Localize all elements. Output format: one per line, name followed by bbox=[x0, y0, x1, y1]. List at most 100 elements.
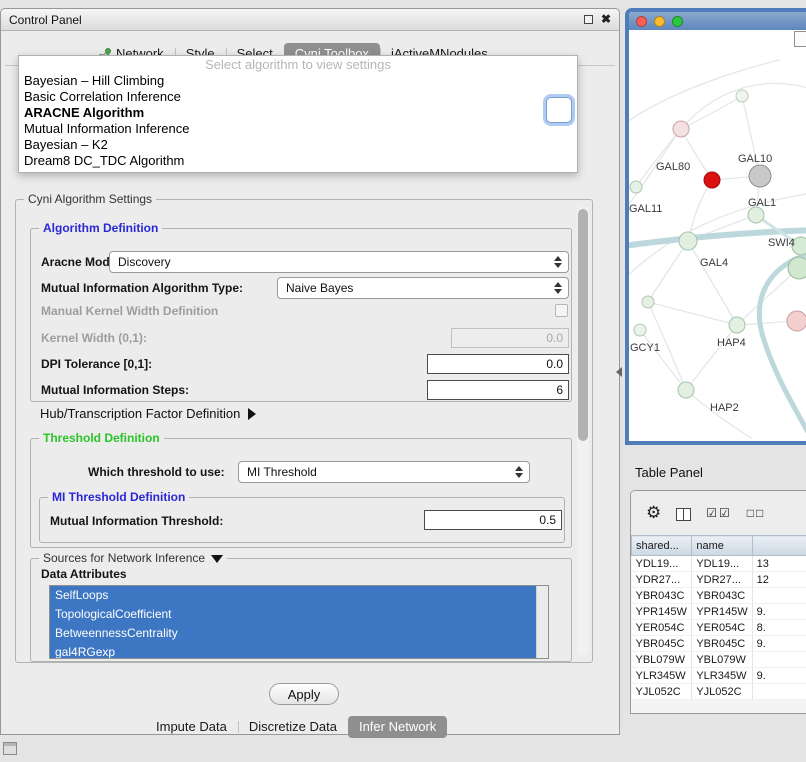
table-row[interactable]: YER054CYER054C8. bbox=[632, 620, 806, 636]
algorithm-option[interactable]: ARACNE Algorithm bbox=[19, 105, 577, 121]
deselect-all-icon[interactable]: □□ bbox=[747, 506, 766, 520]
node-label: HAP4 bbox=[717, 337, 746, 349]
algorithm-combobox[interactable] bbox=[546, 97, 572, 123]
network-edge[interactable] bbox=[686, 325, 737, 390]
attribute-list-item[interactable]: SelfLoops bbox=[50, 586, 536, 605]
algorithm-definition-group: Algorithm Definition Aracne Mode: Discov… bbox=[30, 228, 572, 402]
settings-scrollbar-thumb[interactable] bbox=[578, 209, 588, 441]
network-node[interactable] bbox=[634, 324, 646, 336]
network-edge[interactable] bbox=[681, 96, 742, 129]
gear-icon[interactable]: ⚙ bbox=[646, 503, 661, 523]
network-edge[interactable] bbox=[640, 330, 686, 390]
table-row[interactable]: YDR27...YDR27...12 bbox=[632, 572, 806, 588]
dpi-tolerance-input[interactable] bbox=[427, 354, 569, 374]
network-edge[interactable] bbox=[648, 241, 688, 302]
network-edge[interactable] bbox=[688, 241, 737, 325]
tab-infer-network[interactable]: Infer Network bbox=[348, 716, 447, 738]
minimized-panel-icon[interactable] bbox=[3, 742, 17, 755]
close-traffic-light-icon[interactable] bbox=[636, 16, 647, 27]
network-node[interactable] bbox=[748, 207, 764, 223]
settings-scrollbar-track[interactable] bbox=[577, 206, 589, 656]
mi-type-combobox[interactable]: Naive Bayes bbox=[277, 277, 569, 299]
tab-label: Infer Network bbox=[359, 719, 436, 734]
network-node[interactable] bbox=[749, 165, 771, 187]
manual-kernel-checkbox[interactable] bbox=[555, 304, 568, 317]
tab-discretize-data[interactable]: Discretize Data bbox=[238, 716, 348, 738]
table-row[interactable]: YPR145WYPR145W9. bbox=[632, 604, 806, 620]
close-window-icon[interactable]: ✖ bbox=[601, 12, 611, 26]
network-scroll-corner[interactable] bbox=[794, 31, 806, 47]
network-node[interactable] bbox=[788, 257, 806, 279]
table-cell: YBR045C bbox=[632, 636, 692, 652]
sources-group-title[interactable]: Sources for Network Inference bbox=[39, 551, 227, 565]
dpi-tolerance-label: DPI Tolerance [0,1]: bbox=[41, 357, 152, 371]
column-header[interactable]: shared... bbox=[632, 536, 692, 556]
network-node[interactable] bbox=[787, 311, 806, 331]
aracne-mode-combobox[interactable]: Discovery bbox=[109, 251, 569, 273]
network-node[interactable] bbox=[630, 181, 642, 193]
mi-threshold-input[interactable] bbox=[424, 510, 562, 530]
control-panel-titlebar[interactable]: Control Panel ✖ bbox=[1, 9, 619, 31]
network-node[interactable] bbox=[673, 121, 689, 137]
network-window-titlebar[interactable] bbox=[629, 12, 806, 30]
network-node[interactable] bbox=[679, 232, 697, 250]
network-edge[interactable] bbox=[648, 302, 737, 325]
node-label: GAL11 bbox=[629, 203, 662, 215]
column-header[interactable]: name bbox=[692, 536, 752, 556]
network-node[interactable] bbox=[736, 90, 748, 102]
tab-impute-data[interactable]: Impute Data bbox=[145, 716, 238, 738]
table-row[interactable]: YBR045CYBR045C9. bbox=[632, 636, 806, 652]
algorithm-option[interactable]: Basic Correlation Inference bbox=[19, 89, 577, 105]
algorithm-option[interactable]: Dream8 DC_TDC Algorithm bbox=[19, 153, 577, 169]
collapse-triangle-icon[interactable] bbox=[211, 555, 223, 563]
mi-steps-input[interactable] bbox=[427, 380, 569, 400]
which-threshold-combobox[interactable]: MI Threshold bbox=[238, 461, 530, 483]
apply-button[interactable]: Apply bbox=[269, 683, 339, 705]
expand-triangle-icon[interactable] bbox=[248, 408, 256, 420]
select-all-icon[interactable]: ☑☑ bbox=[706, 506, 732, 520]
network-edge[interactable] bbox=[629, 60, 779, 125]
network-node[interactable] bbox=[729, 317, 745, 333]
data-attributes-list[interactable]: SelfLoopsTopologicalCoefficientBetweenne… bbox=[49, 585, 549, 659]
table-cell: 13 bbox=[752, 556, 806, 572]
data-attributes-label: Data Attributes bbox=[41, 567, 127, 581]
attribute-list-item[interactable]: BetweennessCentrality bbox=[50, 624, 536, 643]
attribute-list-item[interactable]: TopologicalCoefficient bbox=[50, 605, 536, 624]
network-node[interactable] bbox=[678, 382, 694, 398]
kernel-width-input[interactable] bbox=[451, 328, 569, 348]
table-cell: YLR345W bbox=[632, 668, 692, 684]
attribute-list-item[interactable]: gal4RGexp bbox=[50, 643, 536, 659]
table-row[interactable]: YBR043CYBR043C bbox=[632, 588, 806, 604]
algorithm-option[interactable]: Mutual Information Inference bbox=[19, 121, 577, 137]
network-edge[interactable] bbox=[688, 180, 712, 241]
which-threshold-label: Which threshold to use: bbox=[88, 465, 225, 479]
network-graph: GAL80GAL10GAL11GAL1SWI4GAL4GCY1HAP4HAP2 bbox=[629, 30, 806, 445]
table-cell: 9. bbox=[752, 604, 806, 620]
panel-splitter-handle[interactable] bbox=[616, 367, 622, 377]
node-label: GCY1 bbox=[630, 342, 660, 354]
table-cell bbox=[752, 652, 806, 668]
table-row[interactable]: YJL052CYJL052C bbox=[632, 684, 806, 700]
table-row[interactable]: YDL19...YDL19...13 bbox=[632, 556, 806, 572]
attributes-list-scrollbar[interactable] bbox=[536, 586, 548, 658]
algorithm-option[interactable]: Bayesian – K2 bbox=[19, 137, 577, 153]
algorithm-option[interactable]: Bayesian – Hill Climbing bbox=[19, 73, 577, 89]
columns-icon[interactable] bbox=[676, 505, 691, 520]
table-cell: 12 bbox=[752, 572, 806, 588]
network-node[interactable] bbox=[704, 172, 720, 188]
network-edge[interactable] bbox=[686, 390, 751, 438]
table-row[interactable]: YBL079WYBL079W bbox=[632, 652, 806, 668]
network-canvas[interactable]: GAL80GAL10GAL11GAL1SWI4GAL4GCY1HAP4HAP2 bbox=[629, 30, 806, 441]
cyni-settings-group: Cyni Algorithm Settings Algorithm Defini… bbox=[15, 199, 593, 663]
hub-transcription-section[interactable]: Hub/Transcription Factor Definition bbox=[40, 406, 256, 421]
network-node[interactable] bbox=[642, 296, 654, 308]
mi-type-label: Mutual Information Algorithm Type: bbox=[41, 281, 243, 295]
table-row[interactable]: YLR345WYLR345W9. bbox=[632, 668, 806, 684]
float-window-icon[interactable] bbox=[584, 15, 593, 24]
algorithm-placeholder-option[interactable]: Select algorithm to view settings bbox=[19, 56, 577, 73]
minimize-traffic-light-icon[interactable] bbox=[654, 16, 665, 27]
data-attributes-items: SelfLoopsTopologicalCoefficientBetweenne… bbox=[50, 586, 536, 659]
column-header[interactable] bbox=[752, 536, 806, 556]
zoom-traffic-light-icon[interactable] bbox=[672, 16, 683, 27]
network-edge[interactable] bbox=[636, 129, 681, 187]
